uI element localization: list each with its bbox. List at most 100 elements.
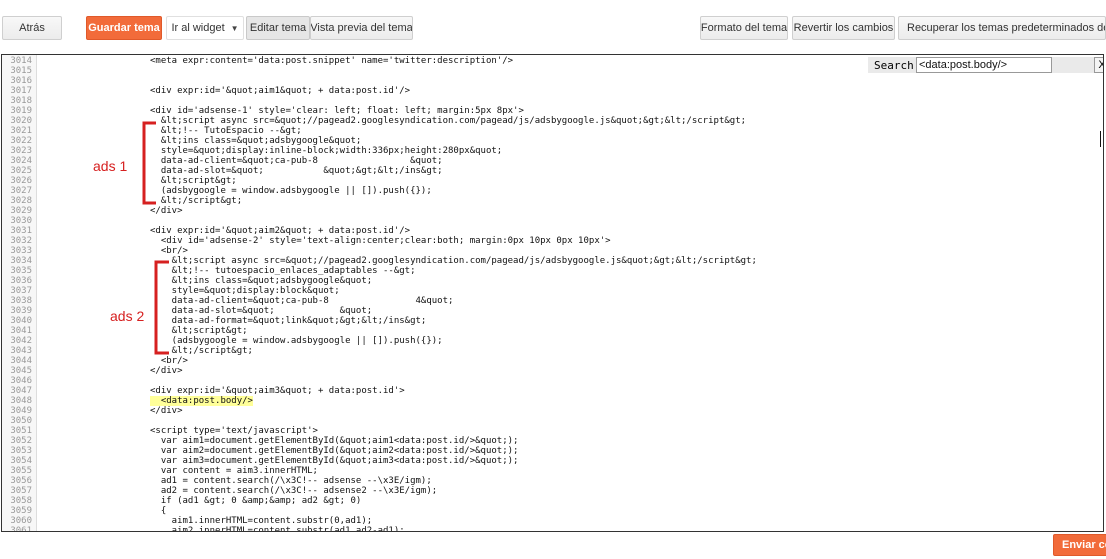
line-number: 3053 [10,446,32,456]
line-number: 3048 [10,396,32,406]
code-line: var aim1=document.getElementById(&quot;a… [150,436,519,446]
code-line: data-ad-format=&quot;link&quot;&gt;&lt;/… [150,316,427,326]
line-number: 3020 [10,116,32,126]
line-number: 3038 [10,296,32,306]
code-line: <br/> [150,356,188,366]
code-line: style=&quot;display:inline-block;width:3… [150,146,503,156]
line-number: 3044 [10,356,32,366]
goto-widget-label: Ir al widget [171,22,225,34]
line-number: 3052 [10,436,32,446]
line-number: 3043 [10,346,32,356]
search-label: Search: [874,59,921,72]
line-number: 3015 [10,66,32,76]
line-number: 3027 [10,186,32,196]
text-cursor-icon [1100,131,1103,147]
code-line: &lt;/script&gt; [150,346,253,356]
code-line: data-ad-slot=&quot; &quot;&gt;&lt;/ins&g… [150,166,443,176]
code-line: <script type='text/javascript'> [150,426,318,436]
goto-widget-dropdown[interactable]: Ir al widget ▼ [166,16,244,40]
close-search-button[interactable]: X [1094,57,1103,73]
line-number: 3056 [10,476,32,486]
line-number: 3018 [10,96,32,106]
line-number: 3047 [10,386,32,396]
code-line: <div id='adsense-2' style='text-align:ce… [150,236,611,246]
line-number: 3021 [10,126,32,136]
code-line: aim2.innerHTML=content.substr(ad1,ad2-ad… [150,526,405,532]
code-line: &lt;ins class=&quot;adsbygoogle&quot; [150,136,362,146]
line-number-gutter: 3014 3015 3016 3017 3018 3019 3020 3021 3022 3023… [2,55,37,531]
send-comment-button[interactable]: Enviar com [1053,534,1106,556]
code-line: </div> [150,366,183,376]
code-line: <div expr:id='&quot;aim3&quot; + data:po… [150,386,405,396]
code-line: (adsbygoogle = window.adsbygoogle || [])… [150,336,443,346]
line-number: 3016 [10,76,32,86]
line-number: 3045 [10,366,32,376]
line-number: 3019 [10,106,32,116]
restore-default-widgets-button[interactable]: Recuperar los temas predeterminados de w… [898,16,1106,40]
format-theme-button[interactable]: Formato del tema [700,16,788,40]
code-line: &lt;script async src=&quot;//pagead2.goo… [150,256,757,266]
line-number: 3041 [10,326,32,336]
line-number: 3033 [10,246,32,256]
code-line: if (ad1 &gt; 0 &amp;&amp; ad2 &gt; 0) [150,496,362,506]
code-line: aim1.innerHTML=content.substr(0,ad1); [150,516,373,526]
line-number: 3029 [10,206,32,216]
line-number: 3031 [10,226,32,236]
line-number: 3060 [10,516,32,526]
code-line: <meta expr:content='data:post.snippet' n… [150,56,514,66]
code-editor[interactable]: 3014 3015 3016 3017 3018 3019 3020 3021 3022 3023… [1,54,1104,532]
code-line: &lt;script&gt; [150,326,248,336]
line-number: 3030 [10,216,32,226]
line-number: 3059 [10,506,32,516]
line-number: 3014 [10,56,32,66]
code-line: { [150,506,167,516]
edit-theme-tab[interactable]: Editar tema [246,16,310,40]
code-line: data-ad-slot=&quot; &quot; [150,306,373,316]
line-number: 3058 [10,496,32,506]
line-number: 3023 [10,146,32,156]
line-number: 3049 [10,406,32,416]
line-number: 3028 [10,196,32,206]
code-line: &lt;!-- TutoEspacio --&gt; [150,126,302,136]
line-number: 3040 [10,316,32,326]
line-number: 3055 [10,466,32,476]
line-number: 3025 [10,166,32,176]
code-line: data-ad-client=&quot;ca-pub-8 &quot; [150,156,443,166]
code-line: &lt;script async src=&quot;//pagead2.goo… [150,116,747,126]
line-number: 3022 [10,136,32,146]
code-line: &lt;!-- tutoespacio_enlaces_adaptables -… [150,266,416,276]
preview-theme-tab[interactable]: Vista previa del tema [310,16,413,40]
line-number: 3039 [10,306,32,316]
code-line: <div expr:id='&quot;aim1&quot; + data:po… [150,86,411,96]
code-line: &lt;script&gt; [150,176,237,186]
code-line: <div id='adsense-1' style='clear: left; … [150,106,524,116]
line-number: 3050 [10,416,32,426]
save-theme-button[interactable]: Guardar tema [86,16,162,40]
code-line: data-ad-client=&quot;ca-pub-8 4&quot; [150,296,454,306]
line-number: 3034 [10,256,32,266]
back-button[interactable]: Atrás [2,16,62,40]
code-line: <br/> [150,246,188,256]
revert-changes-button[interactable]: Revertir los cambios [792,16,895,40]
line-number: 3024 [10,156,32,166]
line-number: 3017 [10,86,32,96]
code-line: </div> [150,406,183,416]
highlighted-code-line: <data:post.body/> [150,396,253,406]
code-line: ad1 = content.search(/\x3C!-- adsense --… [150,476,432,486]
line-number: 3061 [10,526,32,532]
line-number: 3036 [10,276,32,286]
chevron-down-icon: ▼ [230,23,239,33]
line-number: 3037 [10,286,32,296]
code-line: var aim3=document.getElementById(&quot;a… [150,456,519,466]
search-input[interactable] [916,57,1052,73]
code-line: <div expr:id='&quot;aim2&quot; + data:po… [150,226,411,236]
ads1-annotation: ads 1 [93,158,128,174]
line-number: 3057 [10,486,32,496]
code-line: style=&quot;display:block&quot; [150,286,340,296]
line-number: 3042 [10,336,32,346]
line-number: 3026 [10,176,32,186]
code-line: var content = aim3.innerHTML; [150,466,318,476]
line-number: 3051 [10,426,32,436]
code-line: &lt;ins class=&quot;adsbygoogle&quot; [150,276,373,286]
code-line: &lt;/script&gt; [150,196,243,206]
